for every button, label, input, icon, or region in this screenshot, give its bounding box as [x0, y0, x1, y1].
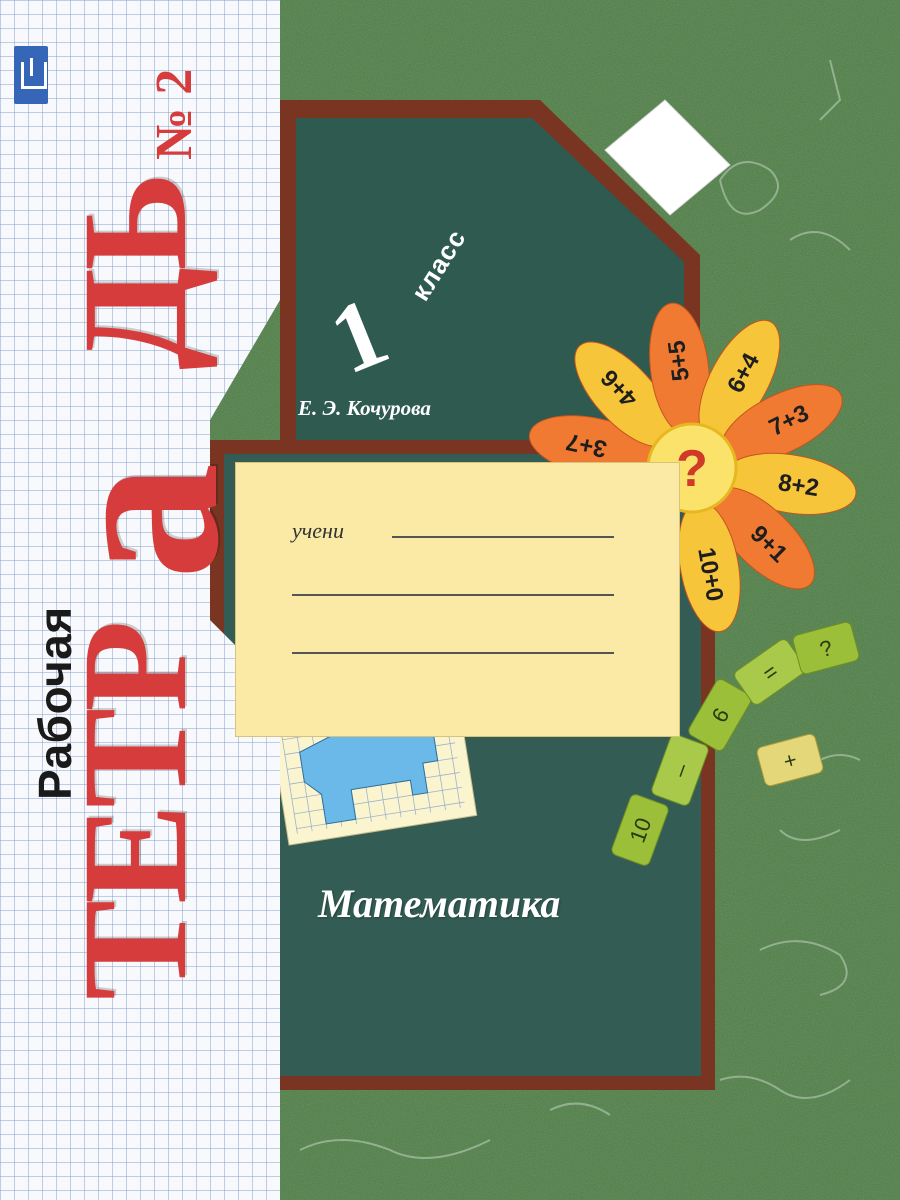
publisher-logo	[14, 46, 48, 104]
subject-title: Математика	[318, 881, 561, 926]
title-part-a: а	[7, 462, 267, 581]
write-line-3	[292, 652, 614, 654]
write-line-1	[392, 536, 614, 538]
author: Е. Э. Кочурова	[298, 396, 431, 420]
title-part-2: ДЬ	[52, 175, 218, 370]
name-card	[235, 462, 680, 737]
title-part-1: ТЕТР	[52, 624, 218, 1000]
flower-center-text: ?	[676, 440, 708, 498]
write-line-2	[292, 594, 614, 596]
owner-label: учени	[292, 518, 344, 543]
flower-petal-label: 5+5	[663, 339, 695, 383]
label-rabochaya: Рабочая	[29, 606, 81, 800]
volume-number: № 2	[146, 68, 203, 160]
